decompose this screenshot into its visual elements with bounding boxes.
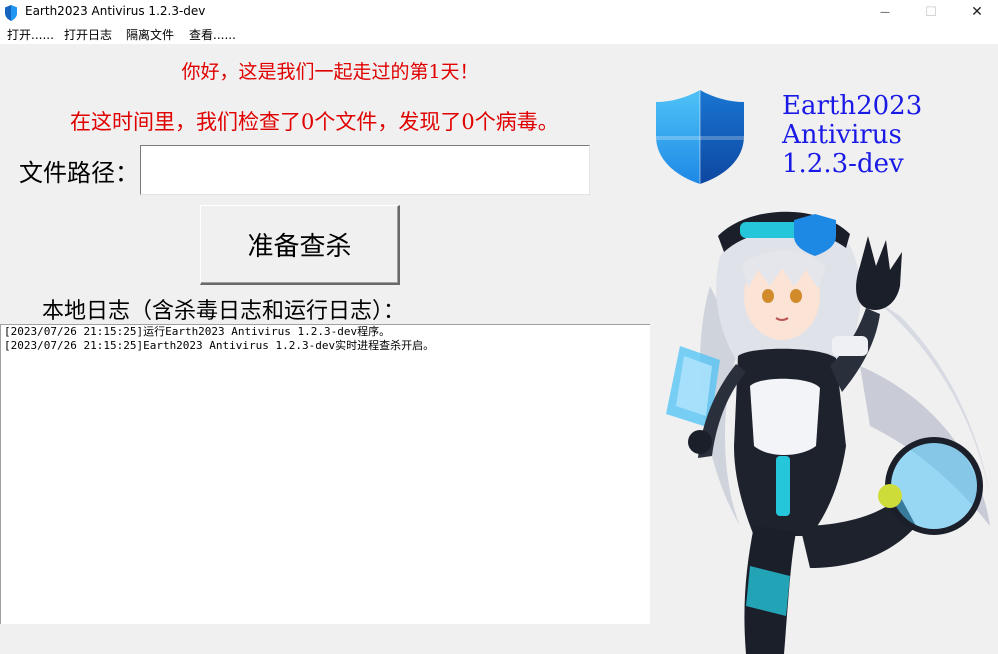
log-line: [2023/07/26 21:15:25]运行Earth2023 Antivir…: [4, 325, 391, 338]
shield-icon: [656, 90, 744, 184]
log-textarea[interactable]: [2023/07/26 21:15:25]运行Earth2023 Antivir…: [0, 324, 650, 624]
menu-open-log[interactable]: 打开日志: [64, 26, 112, 43]
mascot-illustration-icon: [666, 211, 990, 654]
product-name-line: Earth2023: [782, 91, 923, 121]
scan-stats-text: 在这时间里，我们检查了0个文件，发现了0个病毒。: [70, 110, 559, 134]
product-name-line: Antivirus: [782, 120, 902, 150]
title-bar: Earth2023 Antivirus 1.2.3-dev — ☐ ✕: [0, 0, 998, 24]
menu-open[interactable]: 打开......: [7, 26, 54, 43]
log-line: [2023/07/26 21:15:25]Earth2023 Antivirus…: [4, 339, 435, 352]
close-icon: ✕: [971, 4, 983, 20]
menu-bar: 打开...... 打开日志 隔离文件 查看......: [0, 24, 998, 44]
window-title: Earth2023 Antivirus 1.2.3-dev: [25, 4, 206, 18]
maximize-icon: ☐: [925, 4, 937, 20]
file-path-input[interactable]: [140, 145, 590, 195]
greeting-text: 你好，这是我们一起走过的第1天！: [181, 61, 479, 83]
file-path-label: 文件路径：: [19, 159, 139, 187]
maximize-button[interactable]: ☐: [908, 0, 954, 24]
menu-quarantine[interactable]: 隔离文件: [126, 26, 174, 43]
menu-view[interactable]: 查看......: [189, 26, 236, 43]
product-name: Earth2023 Antivirus 1.2.3-dev: [782, 92, 922, 179]
minimize-icon: —: [880, 6, 890, 18]
close-button[interactable]: ✕: [954, 0, 998, 24]
app-shield-icon: [5, 5, 17, 21]
scan-button[interactable]: 准备查杀: [200, 205, 400, 285]
minimize-button[interactable]: —: [862, 0, 908, 24]
product-version-line: 1.2.3-dev: [782, 149, 904, 179]
log-label: 本地日志（含杀毒日志和运行日志）：: [42, 299, 406, 324]
